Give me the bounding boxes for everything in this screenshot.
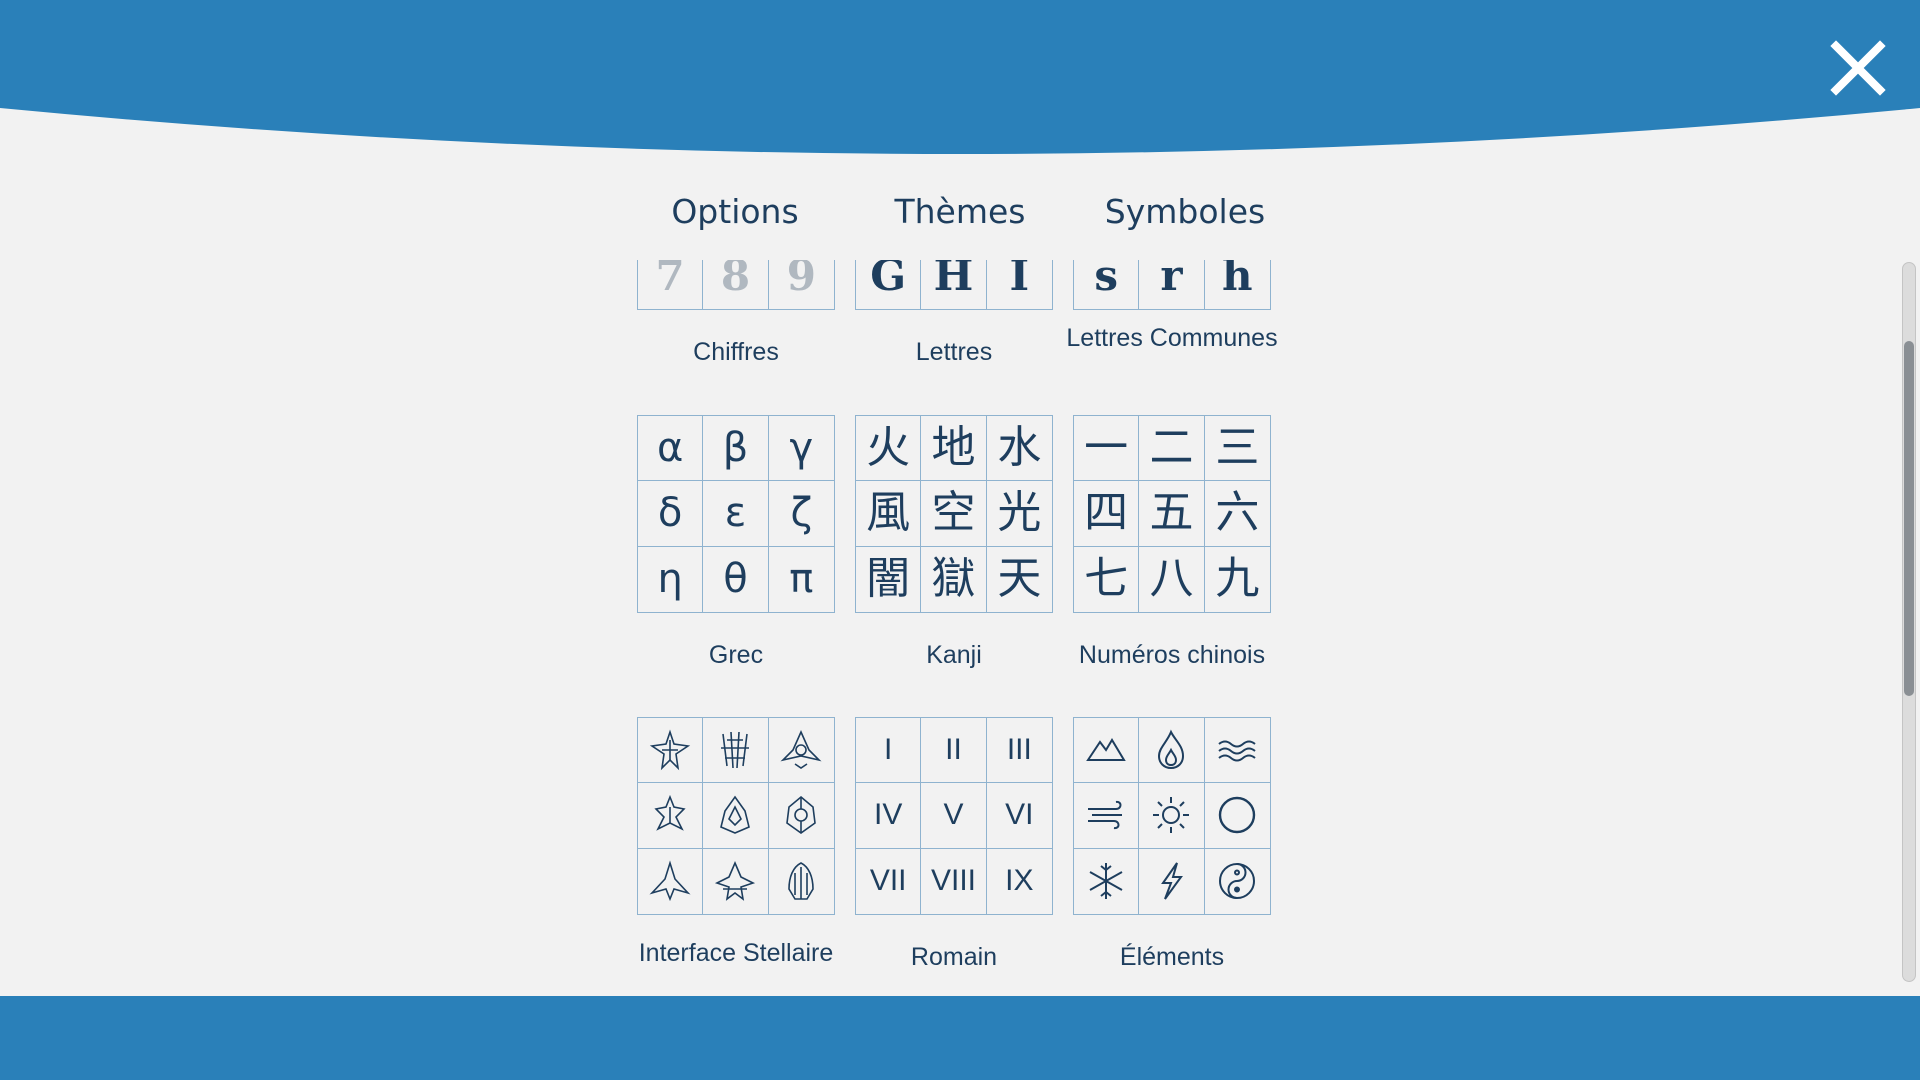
tab-symbols[interactable]: Symboles bbox=[1085, 188, 1285, 236]
symbol-grid: A B C D E F G H I bbox=[855, 260, 1053, 310]
symbol-cell: 八 bbox=[1139, 546, 1205, 612]
symbol-grid: 火 地 水 風 空 光 闇 獄 天 bbox=[855, 415, 1053, 613]
symbol-cell: 風 bbox=[856, 481, 922, 547]
symbol-cell: 天 bbox=[997, 553, 1042, 605]
water-icon bbox=[1204, 718, 1270, 784]
symbol-list[interactable]: 1 2 3 4 5 6 7 8 9 Chiffres A B C D E F G… bbox=[0, 260, 1920, 996]
symbol-cell: ζ bbox=[768, 481, 834, 547]
symbol-set-label: Lettres Communes bbox=[1066, 324, 1278, 352]
symbol-grid bbox=[1073, 717, 1271, 915]
symbol-cell: VII bbox=[856, 848, 922, 914]
ship-7-icon bbox=[638, 848, 704, 914]
ship-6-icon bbox=[768, 783, 834, 849]
yin-yang-icon bbox=[1205, 849, 1270, 914]
ship-2-icon bbox=[703, 718, 769, 784]
ship-5-icon bbox=[703, 783, 769, 849]
close-icon bbox=[1830, 40, 1886, 96]
ship-3-icon bbox=[768, 718, 834, 784]
symbol-cell: I bbox=[1009, 260, 1030, 301]
symbol-set-label: Éléments bbox=[1119, 943, 1225, 971]
symbol-cell: 8 bbox=[703, 260, 769, 309]
symbol-cell: II bbox=[921, 718, 987, 784]
symbol-cell: 空 bbox=[921, 481, 987, 547]
symbol-grid bbox=[637, 717, 835, 915]
symbol-cell: s bbox=[1074, 260, 1140, 309]
symbol-grid: α β γ δ ε ζ η θ π bbox=[637, 415, 835, 613]
wind-icon bbox=[1074, 783, 1140, 849]
symbol-cell: 七 bbox=[1074, 546, 1140, 612]
symbol-cell: 四 bbox=[1074, 481, 1140, 547]
ship-9-icon bbox=[769, 849, 834, 914]
symbol-set-label: Chiffres bbox=[693, 338, 779, 366]
symbol-grid: s r h bbox=[1073, 260, 1271, 310]
sun-icon bbox=[1139, 783, 1205, 849]
symbol-set-label: Numéros chinois bbox=[1078, 641, 1266, 669]
symbol-cell: r bbox=[1139, 260, 1205, 309]
symbol-cell: 水 bbox=[986, 416, 1052, 482]
scrollbar[interactable] bbox=[1902, 262, 1916, 982]
symbol-cell: π bbox=[789, 556, 814, 603]
symbol-cell: III bbox=[986, 718, 1052, 784]
symbol-set-label: Lettres bbox=[915, 338, 993, 366]
mountain-icon bbox=[1074, 718, 1140, 784]
symbol-cell: 三 bbox=[1204, 416, 1270, 482]
symbol-cell: VIII bbox=[921, 848, 987, 914]
symbol-cell: H bbox=[921, 260, 987, 309]
symbol-cell: 地 bbox=[921, 416, 987, 482]
symbol-cell: θ bbox=[703, 546, 769, 612]
snowflake-icon bbox=[1074, 848, 1140, 914]
symbol-cell: 9 bbox=[786, 260, 816, 301]
symbol-cell: IV bbox=[856, 783, 922, 849]
symbol-cell: η bbox=[638, 546, 704, 612]
ship-8-icon bbox=[703, 848, 769, 914]
symbol-cell: G bbox=[856, 260, 922, 309]
symbol-cell: 六 bbox=[1204, 481, 1270, 547]
symbol-cell: 五 bbox=[1139, 481, 1205, 547]
symbol-set-label: Kanji bbox=[926, 641, 982, 669]
fire-icon bbox=[1139, 718, 1205, 784]
symbol-cell: α bbox=[638, 416, 704, 482]
tab-options[interactable]: Options bbox=[635, 188, 835, 236]
symbol-cell: β bbox=[703, 416, 769, 482]
symbol-cell: IX bbox=[1005, 864, 1034, 898]
ship-1-icon bbox=[638, 718, 704, 784]
symbol-cell: h bbox=[1222, 260, 1253, 301]
symbol-set-label: Interface Stellaire bbox=[638, 939, 834, 967]
symbol-cell: 闇 bbox=[856, 546, 922, 612]
symbol-cell: γ bbox=[768, 416, 834, 482]
footer-band bbox=[0, 996, 1920, 1080]
symbol-grid: 1 2 3 4 5 6 7 8 9 bbox=[637, 260, 835, 310]
symbol-cell: V bbox=[921, 783, 987, 849]
symbol-cell: 火 bbox=[856, 416, 922, 482]
symbol-cell: I bbox=[856, 718, 922, 784]
symbol-grid: I II III IV V VI VII VIII IX bbox=[855, 717, 1053, 915]
circle-icon bbox=[1204, 783, 1270, 849]
symbol-cell: 九 bbox=[1215, 553, 1260, 605]
symbol-cell: 一 bbox=[1074, 416, 1140, 482]
scrollbar-thumb[interactable] bbox=[1904, 341, 1914, 696]
lightning-icon bbox=[1139, 848, 1205, 914]
symbol-cell: VI bbox=[986, 783, 1052, 849]
symbol-cell: 獄 bbox=[921, 546, 987, 612]
symbol-cell: 光 bbox=[986, 481, 1052, 547]
header-band bbox=[0, 0, 1920, 154]
symbol-cell: δ bbox=[638, 481, 704, 547]
symbol-grid: 一 二 三 四 五 六 七 八 九 bbox=[1073, 415, 1271, 613]
tab-themes[interactable]: Thèmes bbox=[860, 188, 1060, 236]
symbol-cell: ε bbox=[703, 481, 769, 547]
symbol-cell: 7 bbox=[638, 260, 704, 309]
symbol-cell: 二 bbox=[1139, 416, 1205, 482]
symbol-set-label: Romain bbox=[910, 943, 998, 971]
ship-4-icon bbox=[638, 783, 704, 849]
close-button[interactable] bbox=[1822, 32, 1894, 104]
symbol-set-label: Grec bbox=[708, 641, 764, 669]
